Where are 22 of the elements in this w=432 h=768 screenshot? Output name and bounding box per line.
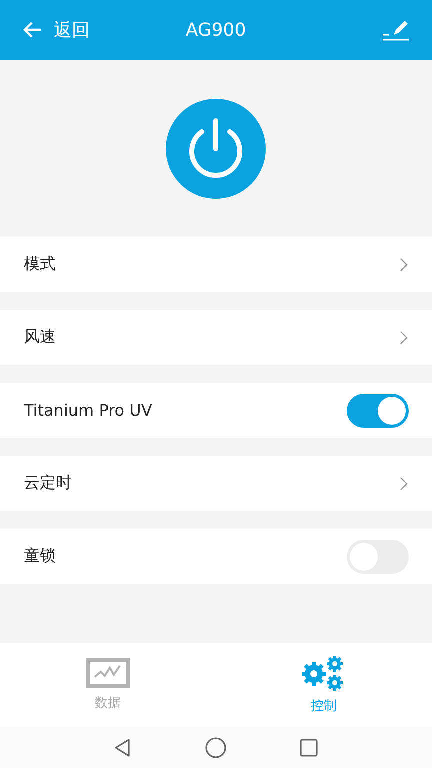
settings-row[interactable]: 模式 (0, 237, 432, 292)
edit-icon[interactable] (382, 18, 410, 42)
back-nav-icon[interactable] (113, 738, 133, 758)
settings-row[interactable]: 云定时 (0, 456, 432, 511)
chart-icon (86, 658, 130, 688)
page-title: AG900 (186, 20, 246, 40)
back-arrow-icon (22, 21, 42, 39)
row-label: Titanium Pro UV (24, 401, 152, 420)
settings-row[interactable]: Titanium Pro UV (0, 383, 432, 438)
row-label: 童锁 (24, 546, 56, 567)
row-label: 模式 (24, 254, 56, 275)
settings-row[interactable]: 童锁 (0, 529, 432, 584)
settings-row[interactable]: 风速 (0, 310, 432, 365)
home-nav-icon[interactable] (205, 736, 227, 758)
chevron-icon (400, 476, 408, 490)
row-label: 风速 (24, 327, 56, 348)
recents-nav-icon[interactable] (299, 738, 319, 758)
power-button[interactable] (166, 98, 266, 198)
chevron-icon (400, 330, 408, 344)
row-label: 云定时 (24, 473, 72, 494)
toggle-switch[interactable] (347, 394, 409, 428)
chevron-icon (400, 258, 408, 272)
